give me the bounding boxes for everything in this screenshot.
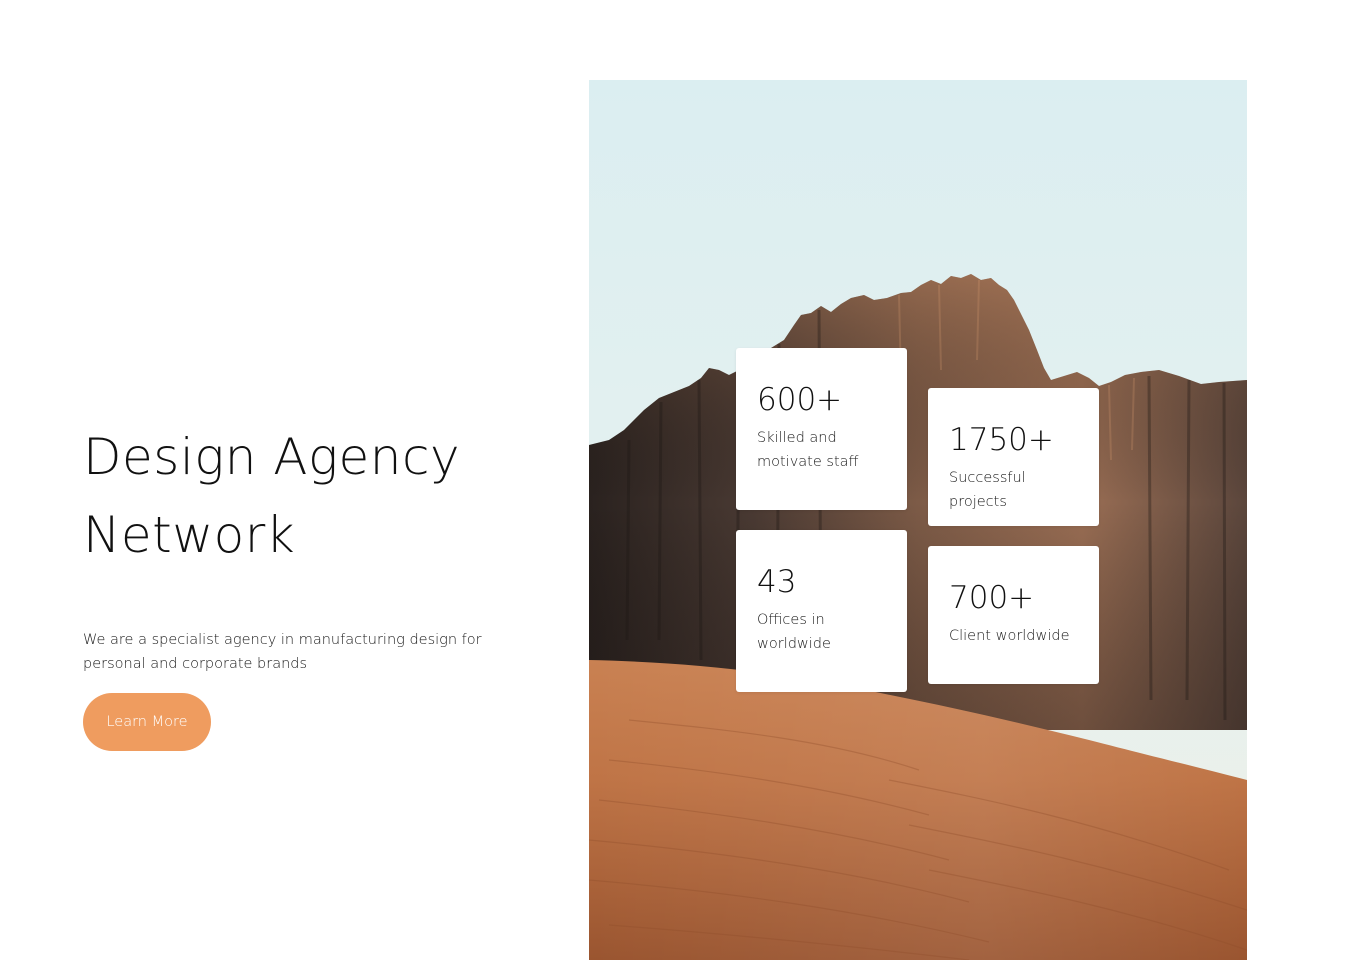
learn-more-button[interactable]: Learn More bbox=[83, 693, 211, 751]
title-line-2: Network bbox=[83, 506, 296, 564]
stat-value: 43 bbox=[757, 564, 797, 600]
stat-label: Offices in worldwide bbox=[757, 612, 831, 652]
stat-card-staff: 600+ Skilled and motivate staff bbox=[736, 348, 907, 510]
stat-value: 600+ bbox=[757, 382, 843, 418]
page-title: Design Agency Network bbox=[83, 418, 543, 574]
page: Design Agency Network We are a specialis… bbox=[0, 0, 1345, 960]
hero-description: We are a specialist agency in manufactur… bbox=[83, 632, 482, 672]
stat-label: Client worldwide bbox=[949, 628, 1070, 644]
stat-label: Successful projects bbox=[949, 470, 1026, 510]
stat-label: Skilled and motivate staff bbox=[757, 430, 859, 470]
desert-landscape-image bbox=[589, 80, 1247, 960]
stat-card-projects: 1750+ Successful projects bbox=[928, 388, 1099, 526]
stat-card-offices: 43 Offices in worldwide bbox=[736, 530, 907, 692]
stat-value: 700+ bbox=[949, 580, 1035, 616]
stat-value: 1750+ bbox=[949, 422, 1054, 458]
stat-card-clients: 700+ Client worldwide bbox=[928, 546, 1099, 684]
title-line-1: Design Agency bbox=[83, 428, 461, 486]
